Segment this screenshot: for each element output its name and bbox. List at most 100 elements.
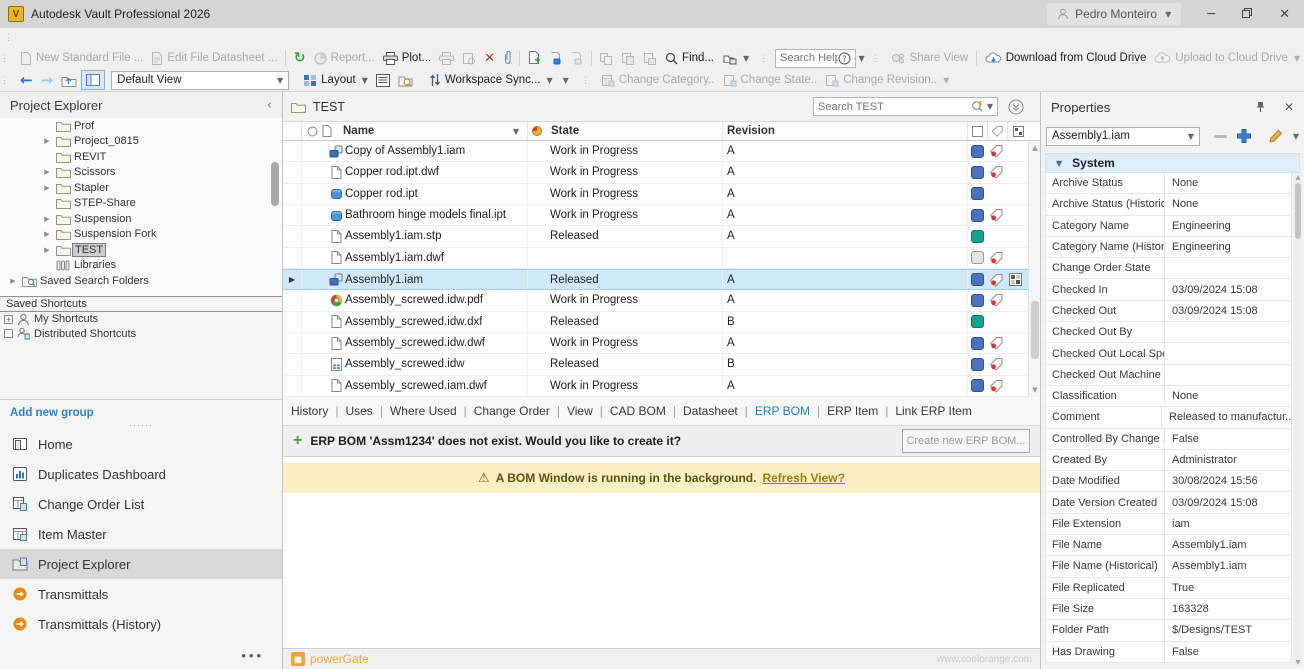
expand-arrow-icon[interactable]: ▶ bbox=[6, 277, 20, 285]
file-row-bathroom-hinge-models-final-ipt[interactable]: Bathroom hinge models final.iptWork in P… bbox=[283, 205, 1040, 226]
file-row-copper-rod-ipt-dwf[interactable]: Copper rod.ipt.dwfWork in ProgressA bbox=[283, 162, 1040, 183]
delete-button[interactable]: ✕ bbox=[480, 48, 499, 68]
expand-arrow-icon[interactable]: ▶ bbox=[40, 137, 54, 145]
job-queue-button[interactable]: ▼ bbox=[718, 48, 753, 68]
property-row-date-modified[interactable]: Date Modified30/08/2024 15:56 bbox=[1046, 471, 1291, 492]
nav-overflow-button[interactable]: ••• bbox=[241, 648, 264, 663]
tab-where-used[interactable]: Where Used bbox=[390, 404, 457, 418]
minimize-button[interactable]: ─ bbox=[1207, 7, 1215, 22]
find-replace-button[interactable] bbox=[394, 70, 417, 90]
new-file-button[interactable] bbox=[524, 48, 545, 68]
search-help-box[interactable]: ? bbox=[775, 49, 856, 68]
tab-cad-bom[interactable]: CAD BOM bbox=[610, 404, 666, 418]
property-row-comment[interactable]: CommentReleased to manufactur... bbox=[1046, 407, 1291, 428]
edit-properties-dropdown-icon[interactable]: ▼ bbox=[1293, 132, 1299, 141]
collapse-panel-icon[interactable]: ‹ bbox=[267, 98, 272, 113]
file-row-copper-rod-ipt[interactable]: Copper rod.iptWork in ProgressA bbox=[283, 184, 1040, 205]
tree-item-scissors[interactable]: ▶Scissors bbox=[0, 165, 282, 181]
expand-arrow-icon[interactable]: ▶ bbox=[40, 215, 54, 223]
tree-item-libraries[interactable]: Libraries bbox=[0, 258, 282, 274]
file-row-assembly1-iam[interactable]: ▶Assembly1.iamReleasedA bbox=[283, 269, 1040, 290]
plot-button[interactable]: Plot... bbox=[379, 48, 435, 68]
back-button[interactable]: ← bbox=[16, 70, 37, 90]
report-button[interactable]: Report... bbox=[310, 48, 379, 68]
file-row-assembly-screwed-idw-dwf[interactable]: Assembly_screwed.idw.dwfWork in Progress… bbox=[283, 333, 1040, 354]
tree-item-saved-search-folders[interactable]: ▶Saved Search Folders bbox=[0, 273, 282, 289]
file-row-assembly-screwed-idw-dxf[interactable]: Assembly_screwed.idw.dxfReleasedB bbox=[283, 312, 1040, 333]
change-state-button[interactable]: Change State.. bbox=[719, 70, 822, 90]
property-row-date-version-created[interactable]: Date Version Created03/09/2024 15:08 bbox=[1046, 492, 1291, 513]
details-view-button[interactable] bbox=[372, 70, 394, 90]
print-button[interactable] bbox=[435, 48, 458, 68]
workspace-sync-button[interactable]: Workspace Sync... ▼ ▼ bbox=[425, 70, 573, 90]
system-section-header[interactable]: ▼ System bbox=[1045, 153, 1300, 173]
tree-item-suspension[interactable]: ▶Suspension bbox=[0, 211, 282, 227]
search-folder-input[interactable] bbox=[818, 101, 971, 113]
add-property-icon[interactable] bbox=[1236, 128, 1252, 144]
forward-button[interactable]: → bbox=[37, 70, 58, 90]
expand-all-icon[interactable] bbox=[1008, 99, 1024, 115]
remove-property-icon[interactable] bbox=[1214, 134, 1228, 139]
sidebar-item-item-master[interactable]: Item Master bbox=[0, 519, 282, 549]
new-standard-file-button[interactable]: New Standard File ... bbox=[16, 48, 147, 68]
find-button[interactable]: Find... bbox=[661, 48, 718, 68]
change-revision-button[interactable]: Change Revision.. ▼ bbox=[821, 70, 953, 90]
property-row-checked-in[interactable]: Checked In03/09/2024 15:08 bbox=[1046, 279, 1291, 300]
properties-scrollbar[interactable]: ▲ ▼ bbox=[1294, 173, 1302, 667]
property-row-category-name-histor[interactable]: Category Name (Histor...Engineering bbox=[1046, 237, 1291, 258]
layout-button[interactable]: Layout ▼ bbox=[299, 70, 372, 90]
file-row-assembly1-iam-stp[interactable]: Assembly1.iam.stpReleasedA bbox=[283, 226, 1040, 247]
tree-item-prof[interactable]: Prof bbox=[0, 118, 282, 134]
property-file-selector[interactable]: Assembly1.iam ▼ bbox=[1046, 127, 1200, 146]
property-row-created-by[interactable]: Created ByAdministrator bbox=[1046, 450, 1291, 471]
view-selector[interactable]: Default View ▼ bbox=[111, 71, 289, 90]
attach-button[interactable] bbox=[499, 48, 515, 68]
property-row-change-order-state[interactable]: Change Order State bbox=[1046, 258, 1291, 279]
properties-scrollbar-thumb[interactable] bbox=[1295, 183, 1301, 239]
up-folder-button[interactable] bbox=[57, 70, 81, 90]
print-preview-button[interactable] bbox=[458, 48, 480, 68]
search-lightning-icon[interactable] bbox=[971, 100, 985, 113]
expand-arrow-icon[interactable]: ▶ bbox=[40, 184, 54, 192]
download-cloud-button[interactable]: Download from Cloud Drive bbox=[981, 48, 1151, 68]
property-row-checked-out[interactable]: Checked Out03/09/2024 15:08 bbox=[1046, 301, 1291, 322]
tab-uses[interactable]: Uses bbox=[345, 404, 372, 418]
props-scroll-down-icon[interactable]: ▼ bbox=[1294, 659, 1302, 666]
copy-design-button[interactable] bbox=[617, 48, 639, 68]
restore-button[interactable] bbox=[1241, 7, 1253, 22]
shortcut-item-my-shortcuts[interactable]: +My Shortcuts bbox=[0, 312, 282, 327]
tree-item-test[interactable]: ▶TEST bbox=[0, 242, 282, 258]
property-row-checked-out-machine[interactable]: Checked Out Machine bbox=[1046, 365, 1291, 386]
create-erp-bom-button[interactable]: Create new ERP BOM... bbox=[902, 429, 1030, 453]
tab-change-order[interactable]: Change Order bbox=[474, 404, 550, 418]
file-list-scrollbar-thumb[interactable] bbox=[1031, 301, 1039, 359]
tab-datasheet[interactable]: Datasheet bbox=[683, 404, 738, 418]
tab-link-erp-item[interactable]: Link ERP Item bbox=[895, 404, 971, 418]
props-scroll-up-icon[interactable]: ▲ bbox=[1294, 174, 1302, 181]
property-row-checked-out-local-spec[interactable]: Checked Out Local Spec bbox=[1046, 343, 1291, 364]
pin-panel-icon[interactable] bbox=[1255, 101, 1266, 113]
column-header-state[interactable]: State bbox=[528, 122, 723, 140]
file-row-assembly1-iam-dwf[interactable]: Assembly1.iam.dwf bbox=[283, 248, 1040, 269]
property-row-file-size[interactable]: File Size163328 bbox=[1046, 599, 1291, 620]
upload-cloud-button[interactable]: Upload to Cloud Drive ▼ bbox=[1150, 48, 1304, 68]
property-row-archive-status-historic[interactable]: Archive Status (Historic...None bbox=[1046, 194, 1291, 215]
scroll-down-icon[interactable]: ▼ bbox=[1029, 386, 1040, 394]
tab-history[interactable]: History bbox=[291, 404, 328, 418]
sidebar-item-home[interactable]: Home bbox=[0, 429, 282, 459]
tree-item-suspension-fork[interactable]: ▶Suspension Fork bbox=[0, 227, 282, 243]
sidebar-item-change-order-list[interactable]: Change Order List bbox=[0, 489, 282, 519]
column-header-revision[interactable]: Revision bbox=[723, 122, 968, 140]
property-row-file-extension[interactable]: File Extensioniam bbox=[1046, 514, 1291, 535]
change-category-button[interactable]: Change Category.. bbox=[597, 70, 719, 90]
property-row-has-drawing[interactable]: Has DrawingFalse bbox=[1046, 642, 1291, 663]
navigation-pane-toggle[interactable] bbox=[81, 70, 105, 90]
tree-scrollbar-thumb[interactable] bbox=[271, 162, 279, 206]
file-row-copy-of-assembly1-iam[interactable]: Copy of Assembly1.iamWork in ProgressA bbox=[283, 141, 1040, 162]
edit-file-datasheet-button[interactable]: Edit File Datasheet ... bbox=[147, 48, 281, 68]
tree-item-project-0815[interactable]: ▶Project_0815 bbox=[0, 134, 282, 150]
tab-view[interactable]: View bbox=[567, 404, 593, 418]
column-header-grid[interactable] bbox=[1008, 122, 1028, 140]
shortcut-item-distributed-shortcuts[interactable]: Distributed Shortcuts bbox=[0, 327, 282, 342]
sidebar-item-transmittals-history[interactable]: Transmittals (History) bbox=[0, 609, 282, 639]
